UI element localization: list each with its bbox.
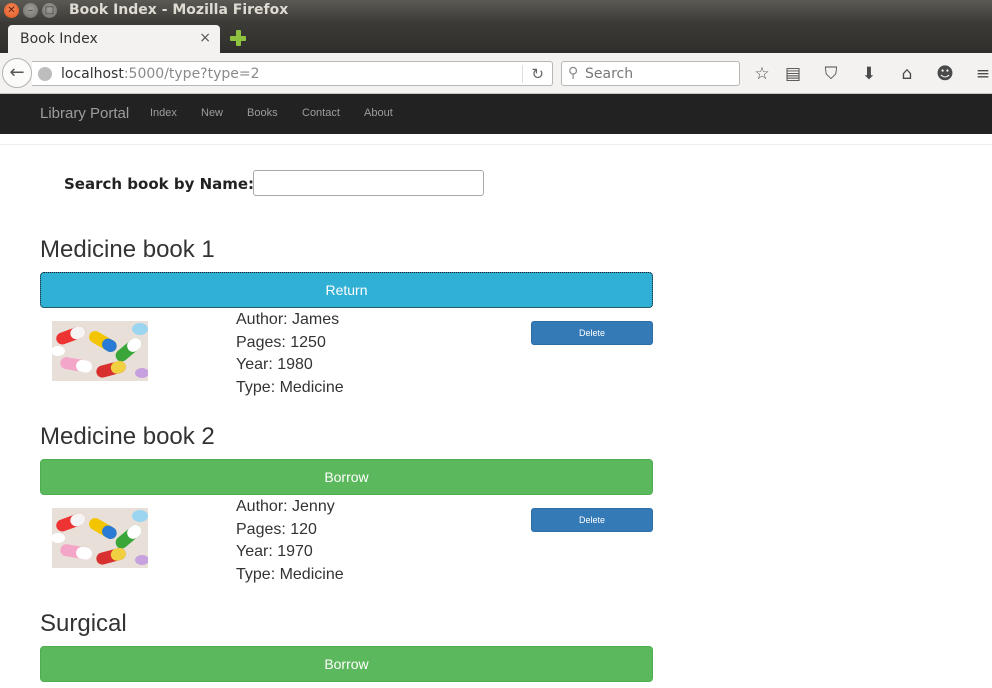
search-placeholder: Search [585, 66, 634, 82]
book-type: Type: Medicine [236, 565, 344, 583]
home-icon[interactable]: ⌂ [896, 63, 918, 85]
book-title: Medicine book 2 [40, 423, 215, 450]
book-author: Author: James [236, 311, 340, 328]
borrow-button[interactable]: Borrow [40, 459, 653, 495]
book-thumbnail-pills [52, 508, 148, 568]
menu-icon[interactable]: ≡ [972, 63, 992, 85]
reading-list-icon[interactable]: ▤ [782, 63, 804, 85]
book-details: Author: Jenny Pages: 120 Year: 1970 Type… [236, 496, 344, 586]
borrow-button[interactable]: Borrow [40, 646, 653, 682]
tab-strip: Book Index × [0, 22, 992, 53]
book-pages: Pages: 120 [236, 520, 317, 538]
tab-book-index[interactable]: Book Index × [8, 25, 220, 53]
site-brand-link[interactable]: Library Portal [40, 105, 129, 122]
window-titlebar: ✕ – □ Book Index - Mozilla Firefox [0, 0, 992, 22]
book-title: Surgical [40, 610, 127, 637]
reload-icon[interactable]: ↻ [522, 65, 544, 83]
back-arrow-icon[interactable]: ← [2, 58, 32, 88]
window-maximize-button[interactable]: □ [42, 3, 57, 18]
window-close-button[interactable]: ✕ [4, 3, 19, 18]
book-thumbnail-pills [52, 321, 148, 381]
smiley-icon[interactable]: ☻ [934, 63, 956, 85]
book-pages: Pages: 1250 [236, 333, 326, 351]
book-type: Type: Medicine [236, 378, 344, 396]
plus-icon[interactable] [230, 30, 246, 46]
delete-button[interactable]: Delete [531, 321, 653, 345]
nav-contact-link[interactable]: Contact [302, 107, 340, 119]
book-year: Year: 1980 [236, 356, 313, 374]
nav-books-link[interactable]: Books [247, 107, 278, 119]
window-title: Book Index - Mozilla Firefox [69, 2, 289, 18]
site-navbar: Library Portal Index New Books Contact A… [0, 94, 992, 134]
book-details: Author: James Pages: 1250 Year: 1980 Typ… [236, 309, 344, 399]
divider [0, 144, 992, 145]
delete-button[interactable]: Delete [531, 508, 653, 532]
download-icon[interactable]: ⬇ [858, 63, 880, 85]
book-author: Author: Jenny [236, 498, 335, 515]
book-year: Year: 1970 [236, 543, 313, 561]
nav-about-link[interactable]: About [364, 107, 393, 119]
search-icon: ⚲ [568, 65, 579, 81]
browser-toolbar: localhost:5000/type?type=2 ↻ ← ⚲ Search … [0, 53, 992, 94]
book-search-input[interactable] [253, 170, 484, 196]
browser-search-input[interactable]: ⚲ Search [561, 61, 740, 86]
url-bar[interactable]: localhost:5000/type?type=2 ↻ [32, 61, 553, 86]
pocket-icon[interactable]: ⛉ [820, 63, 842, 85]
tab-close-icon[interactable]: × [199, 30, 211, 46]
search-label: Search book by Name: [64, 175, 255, 193]
book-title: Medicine book 1 [40, 236, 215, 263]
tab-title: Book Index [20, 31, 98, 47]
window-minimize-button[interactable]: – [23, 3, 38, 18]
nav-new-link[interactable]: New [201, 107, 223, 119]
url-text[interactable]: localhost:5000/type?type=2 [61, 66, 260, 82]
return-button[interactable]: Return [40, 272, 653, 308]
nav-index-link[interactable]: Index [150, 107, 177, 119]
globe-icon [38, 67, 52, 81]
star-icon[interactable]: ☆ [751, 63, 773, 85]
